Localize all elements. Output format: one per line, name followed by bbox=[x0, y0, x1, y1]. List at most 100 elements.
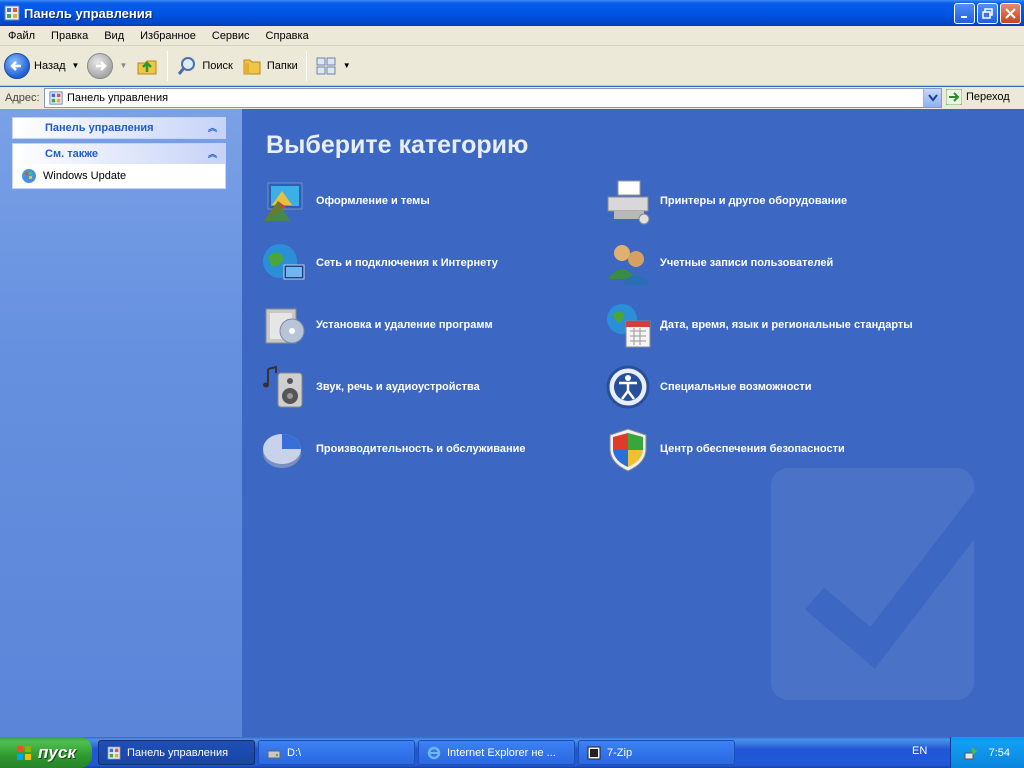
user-accounts-icon bbox=[608, 245, 650, 285]
go-label: Переход bbox=[966, 91, 1010, 103]
task-label: 7-Zip bbox=[607, 746, 633, 759]
category-printers-hardware[interactable]: Принтеры и другое оборудование bbox=[604, 177, 847, 225]
language-indicator[interactable]: EN bbox=[912, 745, 927, 757]
task-internet-explorer[interactable]: Internet Explorer не ... bbox=[418, 740, 575, 765]
windows-logo-icon bbox=[17, 745, 32, 760]
views-icon bbox=[316, 57, 336, 74]
control-panel-icon bbox=[49, 91, 63, 105]
menu-edit[interactable]: Правка bbox=[43, 30, 96, 42]
add-remove-programs-icon bbox=[265, 308, 305, 344]
category-label: Сеть и подключения к Интернету bbox=[316, 257, 498, 269]
control-panel-section-title: Панель управления bbox=[45, 122, 154, 134]
category-label: Специальные возможности bbox=[660, 381, 812, 393]
task-label: Панель управления bbox=[127, 746, 229, 759]
address-bar: Адрес: Панель управления Переход bbox=[0, 87, 1024, 109]
clock: 7:54 bbox=[988, 746, 1010, 759]
start-button[interactable]: пуск bbox=[0, 737, 92, 768]
category-accessibility[interactable]: Специальные возможности bbox=[604, 363, 812, 411]
views-dropdown-icon[interactable]: ▼ bbox=[343, 61, 351, 70]
task-control-panel[interactable]: Панель управления bbox=[98, 740, 255, 765]
appearance-themes-icon bbox=[264, 182, 303, 221]
accessibility-icon bbox=[606, 365, 650, 409]
category-appearance-themes[interactable]: Оформление и темы bbox=[260, 177, 430, 225]
maximize-button[interactable] bbox=[977, 3, 998, 24]
forward-button[interactable]: ▼ bbox=[83, 48, 131, 84]
toolbar-separator bbox=[167, 50, 169, 81]
address-dropdown-button[interactable] bbox=[923, 89, 941, 107]
menu-view[interactable]: Вид bbox=[96, 30, 132, 42]
category-add-remove-programs[interactable]: Установка и удаление программ bbox=[260, 301, 493, 349]
collapse-icon[interactable]: ︽ bbox=[208, 147, 217, 160]
category-user-accounts[interactable]: Учетные записи пользователей bbox=[604, 239, 833, 287]
collapse-icon[interactable]: ︽ bbox=[208, 121, 217, 134]
windows-update-label: Windows Update bbox=[43, 170, 127, 182]
performance-pie-icon bbox=[263, 434, 301, 468]
control-panel-section-header[interactable]: Панель управления ︽ bbox=[13, 118, 225, 138]
category-label: Производительность и обслуживание bbox=[316, 443, 526, 455]
category-label: Звук, речь и аудиоустройства bbox=[316, 381, 480, 393]
network-globe-icon bbox=[263, 244, 305, 280]
folders-icon bbox=[243, 59, 261, 74]
up-folder-icon bbox=[137, 60, 157, 74]
title-bar[interactable]: Панель управления bbox=[0, 0, 1024, 26]
menu-tools[interactable]: Сервис bbox=[204, 30, 258, 42]
restore-icon bbox=[981, 7, 993, 19]
category-date-time-regional[interactable]: Дата, время, язык и региональные стандар… bbox=[604, 301, 913, 349]
see-also-title: См. также bbox=[45, 148, 98, 160]
see-also-section: См. также ︽ Windows Update bbox=[12, 143, 226, 189]
back-button[interactable]: Назад ▼ bbox=[0, 48, 83, 84]
address-value: Панель управления bbox=[67, 92, 169, 104]
category-label: Центр обеспечения безопасности bbox=[660, 443, 845, 455]
watermark-icon bbox=[771, 468, 1000, 700]
address-input[interactable]: Панель управления bbox=[44, 88, 942, 108]
go-button[interactable]: Переход bbox=[946, 89, 1010, 105]
date-time-globe-icon bbox=[607, 304, 651, 348]
control-panel-icon bbox=[107, 745, 121, 760]
main-pane: Выберите категорию Оформление и темы Сет… bbox=[242, 109, 1024, 737]
search-button[interactable]: Поиск bbox=[172, 48, 236, 84]
toolbar: Назад ▼ ▼ Поиск Папки ▼ bbox=[0, 46, 1024, 86]
task-label: D:\ bbox=[287, 746, 302, 759]
control-panel-icon bbox=[4, 5, 20, 21]
toolbar-separator bbox=[305, 50, 307, 81]
system-tray: 7:54 bbox=[950, 737, 1024, 768]
see-also-header[interactable]: См. также ︽ bbox=[13, 144, 225, 164]
minimize-icon bbox=[960, 15, 967, 18]
back-arrow-icon bbox=[4, 52, 30, 79]
task-7zip[interactable]: 7-Zip bbox=[578, 740, 735, 765]
windows-update-icon bbox=[22, 169, 36, 183]
address-label: Адрес: bbox=[5, 92, 40, 104]
menu-file[interactable]: Файл bbox=[0, 30, 43, 42]
speaker-music-icon bbox=[263, 365, 303, 408]
left-task-pane: Панель управления ︽ См. также ︽ Windows … bbox=[0, 109, 242, 737]
menu-help[interactable]: Справка bbox=[258, 30, 317, 42]
close-button[interactable] bbox=[1000, 3, 1021, 24]
folders-label: Папки bbox=[266, 59, 298, 72]
back-dropdown-icon[interactable]: ▼ bbox=[72, 61, 80, 70]
search-label: Поиск bbox=[202, 59, 233, 72]
security-shield-icon bbox=[609, 428, 647, 472]
close-icon bbox=[1005, 8, 1016, 19]
up-folder-button[interactable] bbox=[131, 48, 163, 84]
forward-dropdown-icon[interactable]: ▼ bbox=[119, 61, 127, 70]
category-label: Дата, время, язык и региональные стандар… bbox=[660, 319, 913, 331]
task-drive-d[interactable]: D:\ bbox=[258, 740, 415, 765]
internet-explorer-icon bbox=[427, 746, 441, 759]
views-button[interactable]: ▼ bbox=[311, 48, 355, 84]
back-label: Назад bbox=[34, 59, 66, 72]
category-security-center[interactable]: Центр обеспечения безопасности bbox=[604, 425, 845, 473]
category-label: Принтеры и другое оборудование bbox=[660, 195, 848, 207]
network-tray-icon[interactable] bbox=[963, 745, 979, 761]
forward-arrow-icon bbox=[87, 52, 114, 79]
folders-button[interactable]: Папки bbox=[237, 48, 302, 84]
category-sound-speech-audio[interactable]: Звук, речь и аудиоустройства bbox=[260, 363, 480, 411]
category-network-internet[interactable]: Сеть и подключения к Интернету bbox=[260, 239, 498, 287]
menu-favorites[interactable]: Избранное bbox=[132, 30, 204, 42]
menu-bar: Файл Правка Вид Избранное Сервис Справка bbox=[0, 26, 1024, 46]
drive-icon bbox=[267, 750, 281, 758]
category-performance-maintenance[interactable]: Производительность и обслуживание bbox=[260, 425, 526, 473]
chevron-down-icon bbox=[927, 94, 938, 102]
minimize-button[interactable] bbox=[954, 3, 975, 24]
control-panel-section: Панель управления ︽ bbox=[12, 117, 226, 139]
windows-update-link[interactable]: Windows Update bbox=[13, 164, 225, 188]
